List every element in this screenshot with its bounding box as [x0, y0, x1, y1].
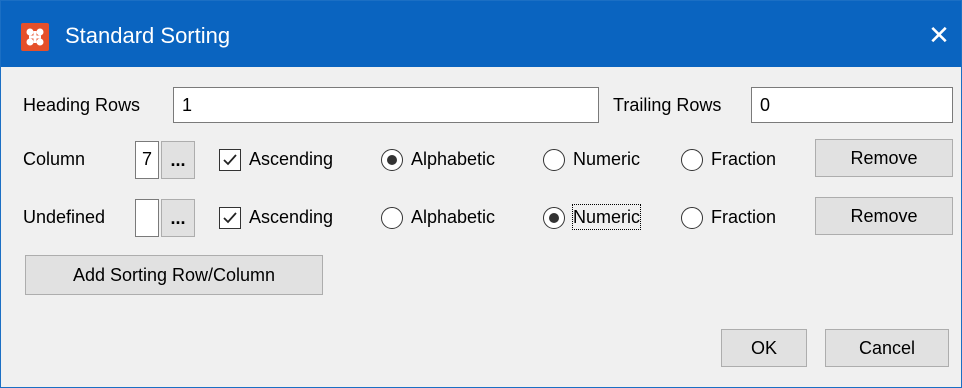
alphabetic-label: Alphabetic [411, 207, 496, 227]
numeric-radio[interactable] [543, 149, 565, 171]
remove-button[interactable]: Remove [815, 197, 953, 235]
checkmark-icon [223, 154, 237, 166]
standard-sorting-dialog: Standard Sorting ✕ Heading Rows Trailing… [0, 0, 962, 388]
window-title: Standard Sorting [65, 23, 231, 48]
cancel-button[interactable]: Cancel [825, 329, 949, 367]
alphabetic-label: Alphabetic [411, 149, 496, 169]
remove-button[interactable]: Remove [815, 139, 953, 177]
ok-button[interactable]: OK [721, 329, 807, 367]
ascending-label: Ascending [249, 207, 334, 227]
browse-button[interactable]: ... [161, 141, 195, 179]
alphabetic-radio[interactable] [381, 149, 403, 171]
title-bar: Standard Sorting ✕ [1, 1, 961, 67]
column-index-field[interactable] [135, 199, 159, 237]
ascending-checkbox[interactable] [219, 149, 241, 171]
numeric-label: Numeric [573, 149, 641, 169]
column-index-field[interactable]: 7 [135, 141, 159, 179]
radio-selected-dot [387, 155, 397, 165]
ascending-checkbox[interactable] [219, 207, 241, 229]
alphabetic-radio[interactable] [381, 207, 403, 229]
numeric-label: Numeric [571, 204, 642, 230]
browse-button[interactable]: ... [161, 199, 195, 237]
sort-row-name: Undefined [23, 207, 106, 227]
fraction-radio[interactable] [681, 149, 703, 171]
numeric-radio[interactable] [543, 207, 565, 229]
sort-row-name: Column [23, 149, 86, 169]
ascending-label: Ascending [249, 149, 334, 169]
dialog-content: Heading Rows Trailing Rows Column 7 ... … [1, 67, 961, 387]
fraction-label: Fraction [711, 149, 777, 169]
checkmark-icon [223, 212, 237, 224]
add-sorting-row-column-button[interactable]: Add Sorting Row/Column [25, 255, 323, 295]
heading-rows-label: Heading Rows [23, 95, 141, 115]
app-icon [21, 23, 49, 51]
fraction-label: Fraction [711, 207, 777, 227]
radio-selected-dot [549, 213, 559, 223]
fraction-radio[interactable] [681, 207, 703, 229]
trailing-rows-input[interactable] [751, 87, 953, 123]
trailing-rows-label: Trailing Rows [613, 95, 722, 115]
heading-rows-input[interactable] [173, 87, 599, 123]
close-icon[interactable]: ✕ [919, 15, 959, 55]
